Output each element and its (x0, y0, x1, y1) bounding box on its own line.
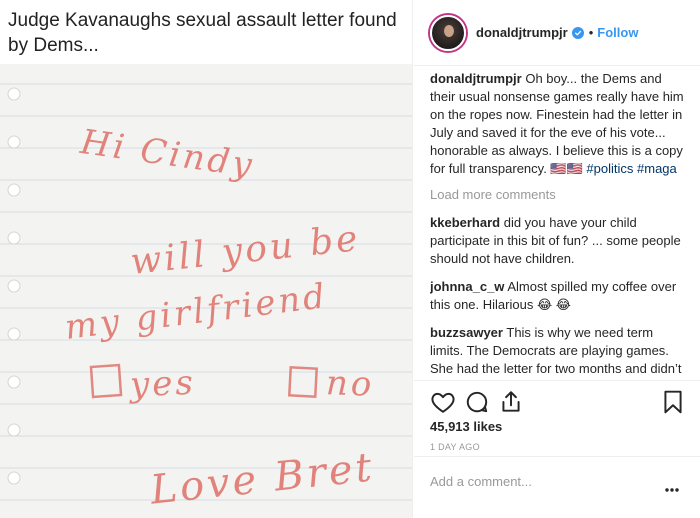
follow-button[interactable]: Follow (597, 25, 638, 40)
flag-emoji-text: 🇺🇸🇺🇸 (550, 161, 583, 176)
bookmark-icon[interactable] (660, 389, 686, 415)
post-caption: donaldjtrumpjr Oh boy... the Dems and th… (430, 70, 688, 178)
hashtag-politics-link[interactable]: #politics (586, 161, 633, 176)
image-caption-text: Judge Kavanaughs sexual assault letter f… (8, 10, 397, 56)
comment-username-link[interactable]: kkeberhard (430, 215, 500, 230)
likes-count[interactable]: 45,913 likes (430, 419, 502, 434)
add-comment-bar (414, 456, 700, 518)
share-icon[interactable] (498, 389, 524, 415)
header-username-link[interactable]: donaldjtrumpjr (476, 25, 568, 40)
post-header: donaldjtrumpjr • Follow (414, 0, 700, 66)
avatar[interactable] (430, 14, 466, 51)
comment-username-link[interactable]: buzzsawyer (430, 325, 503, 340)
post-timestamp[interactable]: 1 DAY AGO (430, 442, 480, 452)
verified-badge-icon (571, 26, 584, 39)
add-comment-input[interactable] (430, 471, 650, 491)
load-more-comments-button[interactable]: Load more comments (430, 186, 688, 204)
hashtag-maga-link[interactable]: #maga (637, 161, 677, 176)
comment-username-link[interactable]: johnna_c_w (430, 279, 504, 294)
action-icon-row (430, 389, 686, 417)
notebook-paper: Hi Cindy will you be my girlfriend yes n… (0, 64, 412, 518)
post-image[interactable]: Judge Kavanaughs sexual assault letter f… (0, 0, 413, 518)
comment-item: kkeberhard did you have your child parti… (430, 214, 688, 268)
comment-item: johnna_c_w Almost spilled my coffee over… (430, 278, 688, 314)
note-text-no: no (325, 363, 376, 405)
header-separator: • (588, 25, 594, 40)
comment-item: buzzsawyer This is why we need term limi… (430, 324, 688, 378)
comment-icon[interactable] (464, 389, 490, 415)
more-icon[interactable] (664, 487, 680, 493)
comments-section[interactable]: donaldjtrumpjr Oh boy... the Dems and th… (430, 70, 688, 378)
heart-icon[interactable] (430, 389, 456, 415)
post-sidebar: donaldjtrumpjr • Follow donaldjtrumpjr O… (414, 0, 700, 518)
caption-username-link[interactable]: donaldjtrumpjr (430, 71, 522, 86)
note-text-yes: yes (129, 362, 197, 406)
